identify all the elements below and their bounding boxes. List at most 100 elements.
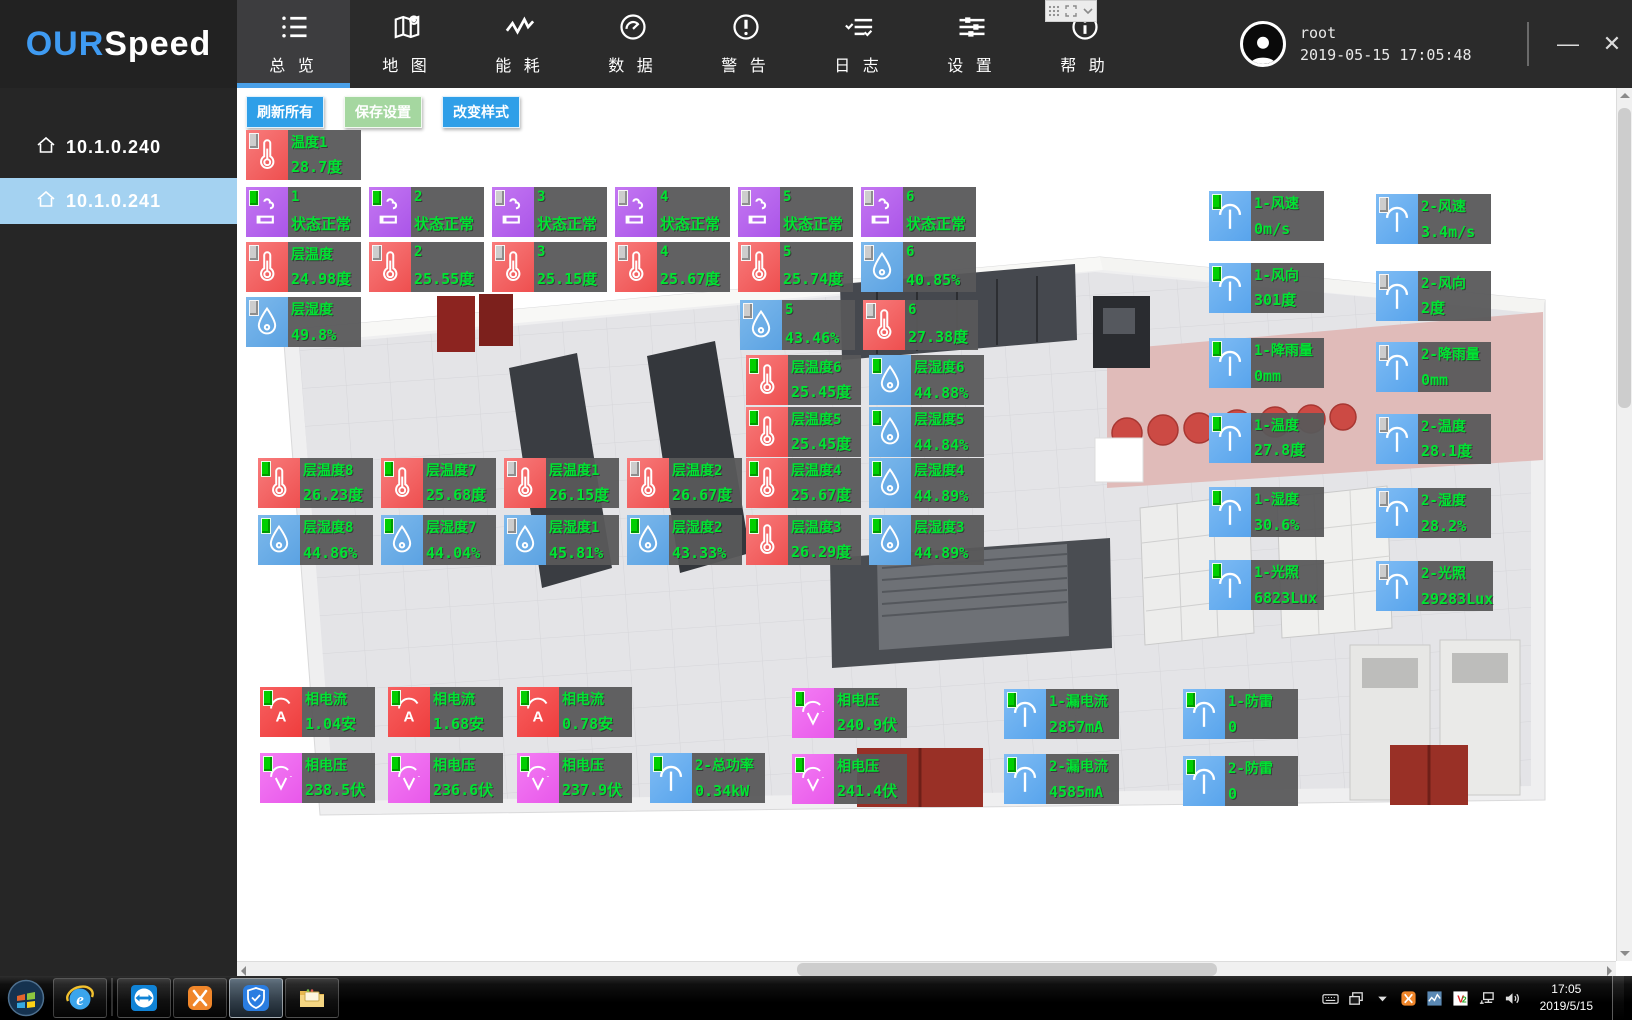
sensor-badge[interactable]: 层湿度744.04% [381, 515, 496, 565]
sensor-badge[interactable]: 层温度226.67度 [627, 458, 742, 508]
sensor-badge[interactable]: 2-温度28.1度 [1376, 414, 1491, 464]
scroll-down-button[interactable] [1620, 951, 1630, 956]
sensor-badge[interactable]: 温度128.7度 [246, 130, 361, 180]
tray-volume-icon[interactable] [1504, 990, 1521, 1007]
change-style-button[interactable]: 改变样式 [442, 96, 520, 128]
nav-tab-settings[interactable]: 设 置 [915, 0, 1028, 88]
sensor-badge[interactable]: 层温度525.45度 [746, 407, 861, 457]
sensor-badge[interactable]: 层温度826.23度 [258, 458, 373, 508]
tray-xampp-mini-icon[interactable] [1400, 990, 1417, 1007]
user-block[interactable]: root 2019-05-15 17:05:48 [1240, 0, 1472, 88]
sensor-badge[interactable]: 层温度326.29度 [746, 515, 861, 565]
sensor-badge[interactable]: 层湿度644.88% [869, 355, 984, 405]
nav-tab-map[interactable]: 地 图 [350, 0, 463, 88]
sensor-badge[interactable]: 6状态正常 [861, 187, 976, 237]
taskbar-internet-explorer-button[interactable]: e [53, 978, 107, 1018]
sensor-badge[interactable]: 225.55度 [369, 242, 484, 292]
horizontal-scrollbar[interactable] [237, 961, 1616, 976]
sensor-badge[interactable]: 层温度24.98度 [246, 242, 361, 292]
sensor-badge[interactable]: 相电压237.9伏 [517, 753, 632, 803]
sensor-badge[interactable]: 5状态正常 [738, 187, 853, 237]
sensor-badge[interactable]: 层湿度145.81% [504, 515, 619, 565]
sensor-badge[interactable]: 4状态正常 [615, 187, 730, 237]
sensor-badge[interactable]: 3状态正常 [492, 187, 607, 237]
tray-vnc-mini-icon[interactable]: V2 [1452, 990, 1469, 1007]
sensor-badge[interactable]: 1-风速0m/s [1209, 191, 1324, 241]
expand-icon[interactable] [1065, 5, 1077, 17]
sensor-badge[interactable]: 1-湿度30.6% [1209, 487, 1324, 537]
taskbar-folder-button[interactable] [285, 978, 339, 1018]
sensor-badge[interactable]: 2-防雷0 [1183, 756, 1298, 806]
sidebar-item-device[interactable]: 10.1.0.240 [0, 124, 237, 170]
sensor-badge[interactable]: 543.46% [740, 300, 855, 350]
sensor-badge[interactable]: 相电压240.9伏 [792, 688, 907, 738]
nav-tab-data[interactable]: 数 据 [576, 0, 689, 88]
taskbar-separator [111, 978, 113, 1016]
sensor-badge[interactable]: A相电流0.78安 [517, 687, 632, 737]
sensor-badge[interactable]: 525.74度 [738, 242, 853, 292]
nav-tab-energy[interactable]: 能 耗 [463, 0, 576, 88]
nav-tab-log[interactable]: 日 志 [802, 0, 915, 88]
sensor-badge[interactable]: 层湿度544.84% [869, 407, 984, 457]
sensor-badge[interactable]: 1-光照6823Lux [1209, 560, 1324, 610]
sensor-badge[interactable]: 层湿度444.89% [869, 458, 984, 508]
sensor-badge[interactable]: 层温度625.45度 [746, 355, 861, 405]
sensor-badge[interactable]: 层温度425.67度 [746, 458, 861, 508]
sensor-badge[interactable]: 1状态正常 [246, 187, 361, 237]
tray-chart-mini-icon[interactable] [1426, 990, 1443, 1007]
sensor-badge[interactable]: 2-风向2度 [1376, 271, 1491, 321]
sensor-badge[interactable]: 640.85% [861, 242, 976, 292]
sensor-badge[interactable]: 层温度126.15度 [504, 458, 619, 508]
sensor-badge[interactable]: 1-漏电流2857mA [1004, 689, 1119, 739]
scroll-up-button[interactable] [1620, 93, 1630, 98]
chevron-down-icon[interactable] [1082, 5, 1094, 17]
sensor-badge[interactable]: 层湿度49.8% [246, 297, 361, 347]
sensor-readout: 2-风向2度 [1418, 271, 1491, 321]
sensor-badge[interactable]: 425.67度 [615, 242, 730, 292]
sensor-badge[interactable]: 2-风速3.4m/s [1376, 194, 1491, 244]
sensor-badge[interactable]: 2-湿度28.2% [1376, 488, 1491, 538]
sensor-badge[interactable]: 627.38度 [863, 300, 978, 350]
taskbar-teamviewer-button[interactable] [117, 978, 171, 1018]
sensor-badge[interactable]: 层湿度844.86% [258, 515, 373, 565]
sensor-badge[interactable]: 1-降雨量0mm [1209, 338, 1324, 388]
sensor-badge[interactable]: 层湿度344.89% [869, 515, 984, 565]
horizontal-scroll-thumb[interactable] [797, 963, 1217, 976]
floating-widget[interactable] [1045, 0, 1097, 22]
taskbar-monitor-shield-button[interactable] [229, 978, 283, 1018]
save-settings-button[interactable]: 保存设置 [344, 96, 422, 128]
sensor-badge[interactable]: 2-光照29283Lux [1376, 561, 1491, 611]
sidebar-item-device[interactable]: 10.1.0.241 [0, 178, 237, 224]
tray-window-restore-icon[interactable] [1348, 990, 1365, 1007]
show-desktop-button[interactable] [1612, 976, 1624, 1020]
nav-tab-overview[interactable]: 总 览 [237, 0, 350, 88]
scroll-right-button[interactable] [1607, 966, 1612, 976]
sensor-badge[interactable]: 相电压241.4伏 [792, 754, 907, 804]
refresh-all-button[interactable]: 刷新所有 [246, 96, 324, 128]
vertical-scroll-thumb[interactable] [1618, 108, 1631, 408]
sensor-badge[interactable]: 1-温度27.8度 [1209, 413, 1324, 463]
sensor-badge[interactable]: 2状态正常 [369, 187, 484, 237]
sensor-badge[interactable]: 层温度725.68度 [381, 458, 496, 508]
vertical-scrollbar[interactable] [1616, 88, 1632, 961]
sensor-badge[interactable]: 2-漏电流4585mA [1004, 754, 1119, 804]
sensor-badge[interactable]: 1-风向301度 [1209, 263, 1324, 313]
scroll-left-button[interactable] [241, 966, 246, 976]
tray-keyboard-icon[interactable] [1322, 990, 1339, 1007]
close-button[interactable]: ✕ [1586, 0, 1632, 88]
sensor-badge[interactable]: A相电流1.04安 [260, 687, 375, 737]
taskbar-xampp-button[interactable] [173, 978, 227, 1018]
sensor-badge[interactable]: 层湿度243.33% [627, 515, 742, 565]
nav-tab-alert[interactable]: 警 告 [689, 0, 802, 88]
tray-network-icon[interactable] [1478, 990, 1495, 1007]
sensor-badge[interactable]: 2-降雨量0mm [1376, 342, 1491, 392]
sensor-badge[interactable]: 2-总功率0.34kW [650, 753, 765, 803]
sensor-badge[interactable]: A相电流1.68安 [388, 687, 503, 737]
start-button[interactable] [0, 976, 52, 1020]
sensor-badge[interactable]: 相电压236.6伏 [388, 753, 503, 803]
tray-chevron-down-icon[interactable] [1374, 990, 1391, 1007]
sensor-badge[interactable]: 325.15度 [492, 242, 607, 292]
sensor-badge[interactable]: 相电压238.5伏 [260, 753, 375, 803]
sensor-badge[interactable]: 1-防雷0 [1183, 689, 1298, 739]
taskbar-clock[interactable]: 17:05 2019/5/15 [1530, 981, 1603, 1016]
